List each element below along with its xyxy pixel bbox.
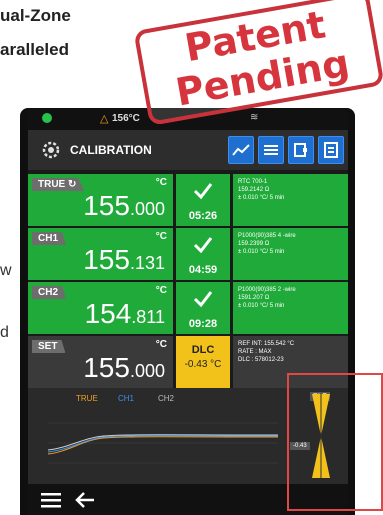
ch2-stability-cell[interactable]: 09:28 [176, 282, 230, 334]
true-value: 155.000 [83, 190, 165, 221]
gear-icon[interactable] [40, 139, 62, 161]
status-ok-icon [42, 113, 52, 123]
ch1-info-line-1: P1000(90)385 4 -wire [238, 233, 296, 239]
ch1-info-line-3: ± 0.010 °C/ 5 min [238, 249, 285, 255]
true-value-cell[interactable]: TRUE ↻ °C 155.000 [28, 174, 173, 226]
checkmark-icon [193, 291, 213, 308]
true-info-line-2: 159.2142 Ω [238, 187, 270, 193]
chart-icon [232, 144, 250, 156]
ch2-unit: °C [155, 285, 167, 296]
row-true: TRUE ↻ °C 155.000 05:26 RTC 700-1 159.21… [28, 174, 348, 228]
ch1-value: 155.131 [83, 244, 165, 275]
ch2-info-line-2: 1591.207 Ω [238, 295, 270, 301]
row-ch2: CH2 °C 154.811 09:28 P1000(90)385 2 -wir… [28, 282, 348, 336]
back-arrow-icon[interactable] [74, 491, 96, 509]
side-text-d: d [0, 324, 9, 341]
true-info-cell[interactable]: RTC 700-1 159.2142 Ω ± 0.010 °C/ 5 min [233, 174, 348, 226]
headline-line-2: aralleled [0, 40, 69, 59]
ch1-value-cell[interactable]: CH1 °C 155.131 [28, 228, 173, 280]
ch2-value: 154.811 [84, 298, 165, 329]
sensor-icon [294, 143, 307, 157]
dlc-value: -0.43 °C [184, 359, 222, 370]
list-button[interactable] [258, 136, 284, 164]
set-info-line-3: DLC : 578012-23 [238, 357, 284, 363]
calibration-mode-button[interactable] [228, 136, 254, 164]
dlc-label: DLC [191, 344, 215, 356]
ch2-value-cell[interactable]: CH2 °C 154.811 [28, 282, 173, 334]
title-bar: CALIBRATION [28, 130, 348, 170]
side-text-w: w [0, 262, 12, 279]
set-unit: °C [155, 339, 167, 350]
set-value-cell[interactable]: SET °C 155.000 [28, 336, 173, 388]
ch2-time: 09:28 [188, 318, 218, 330]
page-title: CALIBRATION [70, 143, 152, 157]
true-time: 05:26 [188, 210, 218, 222]
true-unit: °C [155, 177, 167, 188]
true-info-line-1: RTC 700-1 [238, 179, 268, 185]
row-ch1: CH1 °C 155.131 04:59 P1000(90)385 4 -wir… [28, 228, 348, 282]
true-stability-cell[interactable]: 05:26 [176, 174, 230, 226]
refresh-icon: ↻ [68, 179, 77, 190]
true-tag: TRUE ↻ [32, 178, 85, 191]
ch1-tag: CH1 [32, 232, 67, 245]
report-icon [324, 142, 338, 158]
set-value: 155.000 [83, 352, 165, 383]
ch1-info-cell[interactable]: P1000(90)385 4 -wire 159.2399 Ω ± 0.010 … [233, 228, 348, 280]
checkmark-icon [193, 237, 213, 254]
status-temp: 156°C [112, 113, 140, 124]
ch2-info-line-1: P1000(90)385 2 -wire [238, 287, 296, 293]
trend-lines [47, 422, 279, 464]
ch1-time: 04:59 [188, 264, 218, 276]
dlc-cell[interactable]: DLC -0.43 °C [176, 336, 230, 388]
list-icon [264, 145, 278, 155]
ch2-tag: CH2 [32, 286, 67, 299]
checkmark-icon [193, 183, 213, 200]
true-info-line-3: ± 0.010 °C/ 5 min [238, 195, 285, 201]
ch1-unit: °C [155, 231, 167, 242]
menu-icon[interactable] [40, 491, 62, 509]
headline-line-1: ual-Zone [0, 6, 71, 25]
set-info-line-2: RATE : MAX [238, 349, 272, 355]
dlc-highlight-box [287, 373, 383, 511]
wifi-icon: ≋ [250, 112, 259, 123]
set-info-line-1: REF INT: 155.542 °C [238, 341, 295, 347]
set-tag: SET [32, 340, 66, 353]
ch1-stability-cell[interactable]: 04:59 [176, 228, 230, 280]
ch2-info-line-3: ± 0.010 °C/ 5 min [238, 303, 285, 309]
report-button[interactable] [318, 136, 344, 164]
flame-icon: △ [100, 113, 109, 125]
ch1-info-line-2: 159.2399 Ω [238, 241, 270, 247]
ch2-info-cell[interactable]: P1000(90)385 2 -wire 1591.207 Ω ± 0.010 … [233, 282, 348, 334]
sensor-button[interactable] [288, 136, 314, 164]
